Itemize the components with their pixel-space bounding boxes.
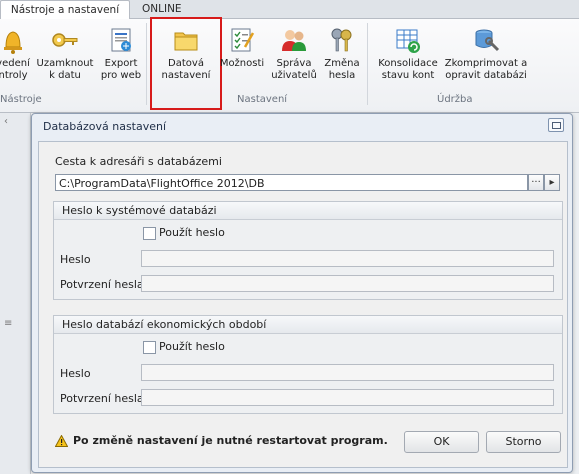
ribbon-button-options[interactable]: Možnosti — [219, 23, 265, 95]
table-refresh-icon — [396, 29, 420, 53]
ribbon-button-compact-repair[interactable]: Zkomprimovat a opravit databázi — [442, 23, 530, 95]
web-export-icon — [111, 28, 131, 52]
group-title: Heslo databází ekonomických období — [54, 316, 562, 334]
use-password-checkbox[interactable]: Použít heslo — [143, 340, 225, 354]
password-field[interactable] — [141, 364, 554, 381]
tab-tools-settings[interactable]: Nástroje a nastavení — [0, 0, 130, 19]
ribbon-button-label: Zkomprimovat a opravit databázi — [444, 58, 528, 81]
database-repair-icon — [475, 29, 500, 52]
path-dropdown-button[interactable]: ▸ — [544, 174, 560, 191]
dialog-title: Databázová nastavení — [43, 120, 167, 133]
database-settings-dialog: Databázová nastavení Cesta k adresáři s … — [31, 113, 573, 473]
confirm-password-field[interactable] — [141, 389, 554, 406]
ribbon-button-label: Možnosti — [219, 58, 265, 69]
password-field[interactable] — [141, 250, 554, 267]
confirm-password-field[interactable] — [141, 275, 554, 292]
restart-warning: Po změně nastavení je nutné restartovat … — [55, 434, 388, 447]
ribbon-button-user-management[interactable]: Správa uživatelů — [268, 23, 320, 95]
cancel-button[interactable]: Storno — [486, 431, 561, 453]
ribbon-button-label: Správa uživatelů — [271, 58, 317, 81]
ribbon-button-label: vedení ntroly — [0, 58, 30, 81]
confirm-password-label: Potvrzení hesla — [60, 278, 144, 291]
group-label-settings: Nastavení — [237, 94, 288, 105]
group-separator — [367, 23, 368, 105]
group-separator — [146, 23, 147, 105]
background-left-panel: ‹ ≡ — [0, 113, 31, 474]
ribbon-button-audit[interactable]: vedení ntroly — [0, 23, 30, 95]
keys-icon — [331, 28, 352, 52]
ribbon-button-data-settings[interactable]: Datová nastavení — [150, 17, 222, 110]
ribbon-button-lock-date[interactable]: Uzamknout k datu — [36, 23, 94, 95]
warning-text: Po změně nastavení je nutné restartovat … — [73, 434, 388, 447]
warning-icon — [55, 435, 68, 447]
key-icon — [52, 33, 78, 47]
system-db-password-group: Heslo k systémové databázi Použít heslo … — [53, 201, 563, 300]
path-input[interactable]: C:\ProgramData\FlightOffice 2012\DB — [55, 174, 528, 191]
folder-database-icon — [174, 32, 198, 51]
ok-button[interactable]: OK — [404, 431, 479, 453]
password-label: Heslo — [60, 253, 91, 266]
confirm-password-label: Potvrzení hesla — [60, 392, 144, 405]
path-label: Cesta k adresáři s databázemi — [55, 155, 222, 168]
ribbon-button-label: Datová nastavení — [161, 58, 211, 81]
checkbox-label: Použít heslo — [159, 226, 225, 239]
group-label-tools: Nástroje — [0, 94, 42, 105]
ribbon-button-change-password[interactable]: Změna hesla — [322, 23, 362, 95]
ribbon-button-label: Uzamknout k datu — [36, 58, 94, 81]
group-label-maintenance: Údržba — [437, 94, 473, 105]
ribbon-tab-bar: Nástroje a nastavení ONLINE — [0, 0, 579, 19]
bell-icon — [4, 31, 22, 54]
group-title: Heslo k systémové databázi — [54, 202, 562, 220]
tab-online[interactable]: ONLINE — [142, 0, 182, 18]
ribbon-button-label: Export pro web — [100, 58, 142, 81]
ribbon-button-label: Konsolidace stavu kont — [378, 58, 438, 81]
ribbon-button-consolidate[interactable]: Konsolidace stavu kont — [376, 23, 440, 95]
checkbox-box[interactable] — [143, 226, 156, 240]
ribbon: vedení ntroly Uzamknout k datu Export pr… — [0, 17, 579, 113]
dialog-body: Cesta k adresáři s databázemi C:\Program… — [38, 141, 568, 468]
checkbox-box[interactable] — [143, 340, 156, 354]
browse-button[interactable]: ··· — [528, 174, 544, 191]
users-icon — [282, 30, 306, 51]
ribbon-button-label: Změna hesla — [324, 58, 360, 81]
ribbon-button-export-web[interactable]: Export pro web — [98, 23, 144, 95]
checklist-icon — [231, 28, 255, 52]
background-marker: ≡ — [4, 318, 13, 329]
use-password-checkbox[interactable]: Použít heslo — [143, 226, 225, 240]
period-db-password-group: Heslo databází ekonomických období Použí… — [53, 315, 563, 414]
restore-window-button[interactable] — [548, 118, 564, 132]
background-marker: ‹ — [4, 116, 8, 127]
checkbox-label: Použít heslo — [159, 340, 225, 353]
password-label: Heslo — [60, 367, 91, 380]
